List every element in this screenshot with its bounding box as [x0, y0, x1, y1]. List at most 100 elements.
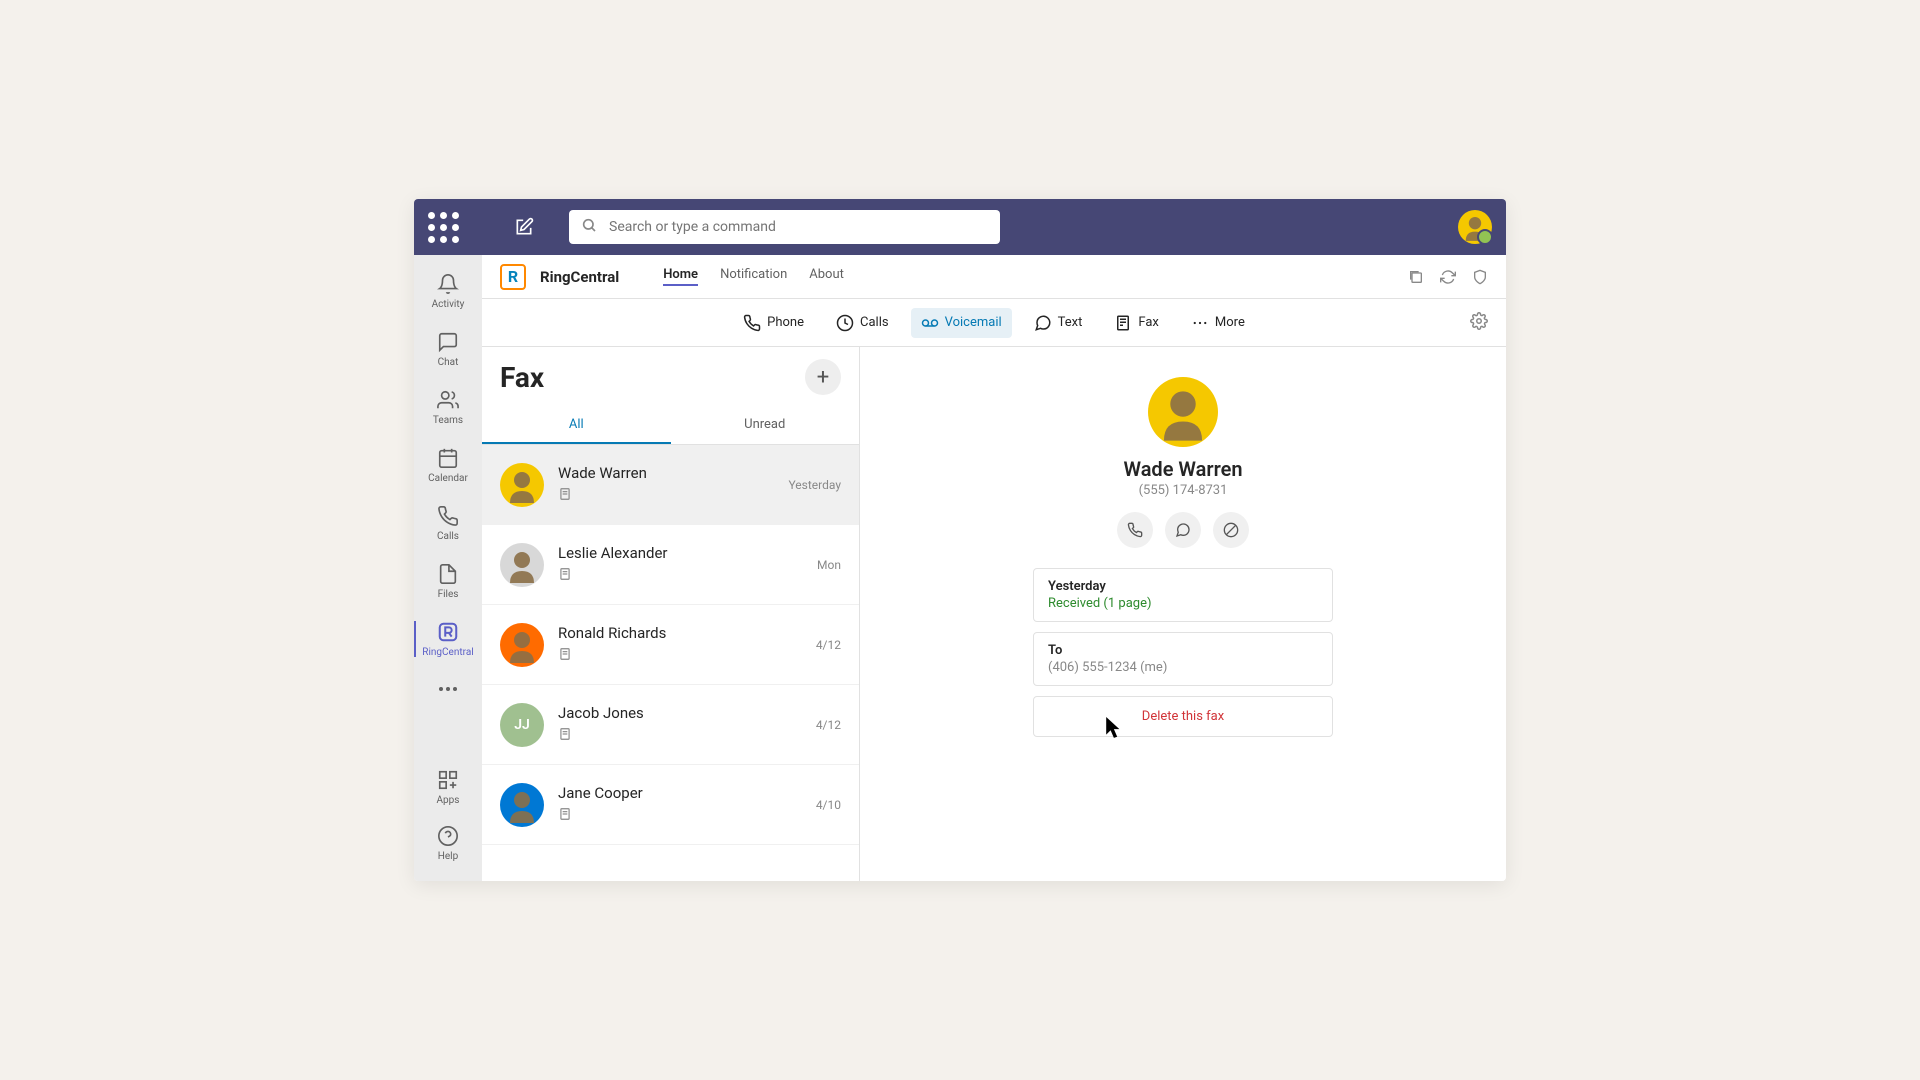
add-fax-button[interactable]: + — [805, 359, 841, 395]
settings-icon[interactable] — [1470, 312, 1488, 334]
fax-date: 4/12 — [816, 718, 841, 732]
tool-label: More — [1215, 315, 1245, 330]
delete-fax-button[interactable]: Delete this fax — [1033, 696, 1333, 737]
content-panes: Fax + All Unread Wade Warren Yesterday L… — [482, 347, 1506, 881]
fax-info-card[interactable]: Yesterday Received (1 page) — [1033, 568, 1333, 622]
contact-avatar — [500, 783, 544, 827]
compose-icon[interactable] — [513, 216, 535, 238]
contact-name: Wade Warren — [558, 464, 774, 482]
rail-more[interactable] — [414, 669, 482, 709]
tool-label: Text — [1058, 315, 1083, 330]
app-title: RingCentral — [540, 268, 619, 286]
tab-notification[interactable]: Notification — [720, 267, 787, 286]
fax-icon — [558, 806, 802, 825]
popout-icon[interactable] — [1408, 269, 1424, 285]
rail-calls[interactable]: Calls — [414, 495, 482, 551]
fax-date: Yesterday — [788, 478, 841, 492]
rail-label: Teams — [433, 415, 463, 426]
contact-avatar — [1148, 377, 1218, 447]
fax-icon — [558, 486, 774, 505]
recipient-label: To — [1048, 643, 1318, 658]
block-button[interactable] — [1213, 512, 1249, 548]
header-actions — [1408, 269, 1488, 285]
toolbar: Phone Calls Voicemail Text Fax — [482, 299, 1506, 347]
tool-more[interactable]: More — [1181, 308, 1255, 338]
rail-chat[interactable]: Chat — [414, 321, 482, 377]
fax-list-header: Fax + — [482, 347, 859, 407]
contact-name: Jane Cooper — [558, 784, 802, 802]
tool-label: Calls — [860, 315, 889, 330]
contact-name: Leslie Alexander — [558, 544, 803, 562]
ringcentral-logo: R — [500, 264, 526, 290]
rail-label: Files — [438, 589, 459, 600]
nav-rail: Activity Chat Teams Calendar Calls Files — [414, 255, 482, 881]
rail-help[interactable]: Help — [414, 815, 482, 871]
tab-about[interactable]: About — [809, 267, 844, 286]
contact-phone: (555) 174-8731 — [1139, 483, 1228, 498]
contact-name: Ronald Richards — [558, 624, 802, 642]
rail-label: Calls — [437, 531, 459, 542]
tool-voicemail[interactable]: Voicemail — [911, 308, 1012, 338]
rail-activity[interactable]: Activity — [414, 263, 482, 319]
contact-avatar: JJ — [500, 703, 544, 747]
user-avatar[interactable] — [1458, 210, 1492, 244]
tool-label: Phone — [767, 315, 804, 330]
tool-label: Fax — [1138, 315, 1159, 330]
fax-date: 4/12 — [816, 638, 841, 652]
search-icon — [581, 217, 597, 237]
filter-all[interactable]: All — [482, 407, 671, 444]
contact-avatar — [500, 623, 544, 667]
message-button[interactable] — [1165, 512, 1201, 548]
app-body: Activity Chat Teams Calendar Calls Files — [414, 255, 1506, 881]
fax-filter-tabs: All Unread — [482, 407, 859, 445]
tool-fax[interactable]: Fax — [1104, 308, 1169, 338]
tool-text[interactable]: Text — [1024, 308, 1093, 338]
rail-files[interactable]: Files — [414, 553, 482, 609]
fax-row[interactable]: Wade Warren Yesterday — [482, 445, 859, 525]
tab-home[interactable]: Home — [663, 267, 698, 286]
search-input[interactable] — [569, 210, 1000, 244]
rail-label: Help — [438, 851, 458, 862]
app-launcher[interactable] — [428, 212, 459, 243]
rail-teams[interactable]: Teams — [414, 379, 482, 435]
rail-label: Activity — [432, 299, 465, 310]
rail-apps[interactable]: Apps — [414, 759, 482, 815]
fax-date: Mon — [817, 558, 841, 572]
fax-status: Received (1 page) — [1048, 596, 1318, 611]
tool-phone[interactable]: Phone — [733, 308, 814, 338]
header-tabs: Home Notification About — [663, 267, 844, 286]
app-header: R RingCentral Home Notification About — [482, 255, 1506, 299]
call-button[interactable] — [1117, 512, 1153, 548]
tool-label: Voicemail — [945, 315, 1002, 330]
recipient-number: (406) 555-1234 (me) — [1048, 660, 1318, 675]
fax-row[interactable]: Leslie Alexander Mon — [482, 525, 859, 605]
contact-name: Wade Warren — [1123, 457, 1242, 481]
fax-icon — [558, 646, 802, 665]
fax-row[interactable]: JJ Jacob Jones 4/12 — [482, 685, 859, 765]
rail-label: Apps — [437, 795, 460, 806]
tool-calls[interactable]: Calls — [826, 308, 899, 338]
fax-recipient-card[interactable]: To (406) 555-1234 (me) — [1033, 632, 1333, 686]
fax-icon — [558, 726, 802, 745]
section-heading: Fax — [500, 361, 544, 394]
topbar — [414, 199, 1506, 255]
shield-icon[interactable] — [1472, 269, 1488, 285]
rail-label: RingCentral — [422, 647, 473, 658]
fax-icon — [558, 566, 803, 585]
rail-ringcentral[interactable]: RingCentral — [414, 611, 482, 667]
contact-avatar — [500, 463, 544, 507]
rail-label: Chat — [438, 357, 459, 368]
fax-list-pane: Fax + All Unread Wade Warren Yesterday L… — [482, 347, 860, 881]
search-box — [569, 210, 1000, 244]
cursor-icon — [1106, 717, 1124, 739]
main-area: R RingCentral Home Notification About — [482, 255, 1506, 881]
contact-avatar — [500, 543, 544, 587]
fax-date: 4/10 — [816, 798, 841, 812]
refresh-icon[interactable] — [1440, 269, 1456, 285]
fax-row[interactable]: Jane Cooper 4/10 — [482, 765, 859, 845]
app-window: Activity Chat Teams Calendar Calls Files — [414, 199, 1506, 881]
fax-row[interactable]: Ronald Richards 4/12 — [482, 605, 859, 685]
filter-unread[interactable]: Unread — [671, 407, 860, 444]
rail-calendar[interactable]: Calendar — [414, 437, 482, 493]
fax-detail-pane: Wade Warren (555) 174-8731 — [860, 347, 1506, 881]
